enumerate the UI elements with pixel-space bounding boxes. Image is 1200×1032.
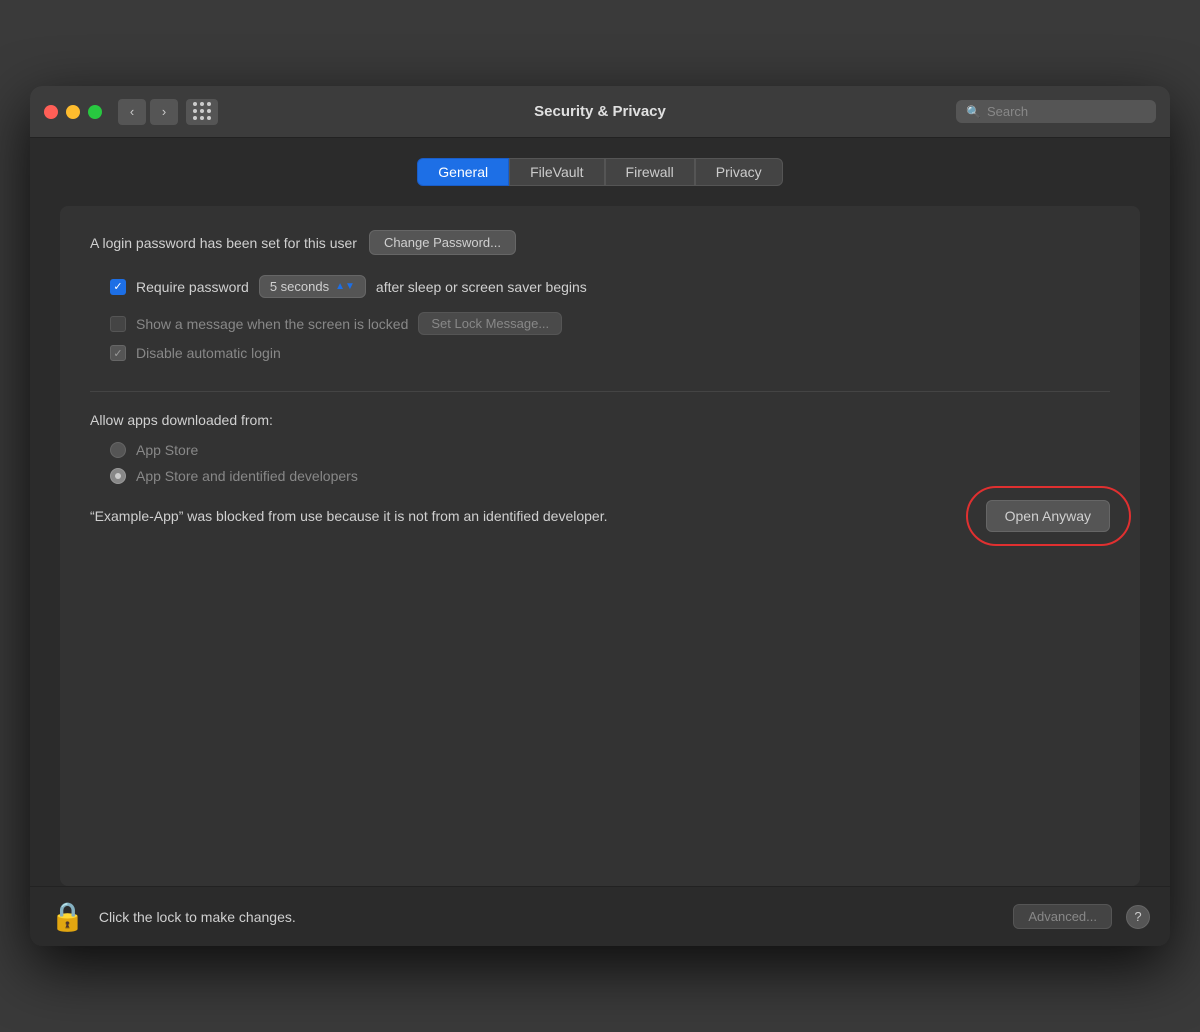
- app-store-identified-radio-row: App Store and identified developers: [110, 468, 1110, 484]
- after-sleep-label: after sleep or screen saver begins: [376, 279, 587, 295]
- require-password-checkbox[interactable]: ✓: [110, 279, 126, 295]
- forward-button[interactable]: ›: [150, 99, 178, 125]
- dropdown-arrow-icon: ▲▼: [335, 281, 355, 292]
- bottom-bar: 🔒 Click the lock to make changes. Advanc…: [30, 886, 1170, 946]
- back-button[interactable]: ‹: [118, 99, 146, 125]
- login-password-label: A login password has been set for this u…: [90, 235, 357, 251]
- disable-autologin-checkbox[interactable]: ✓: [110, 345, 126, 361]
- search-icon: 🔍: [966, 105, 981, 119]
- search-input[interactable]: [987, 104, 1146, 119]
- require-password-label: Require password: [136, 279, 249, 295]
- tab-general[interactable]: General: [417, 158, 509, 186]
- tab-privacy[interactable]: Privacy: [695, 158, 783, 186]
- lock-icon[interactable]: 🔒: [50, 900, 85, 933]
- password-timeout-value: 5 seconds: [270, 279, 329, 294]
- app-store-identified-radio[interactable]: [110, 468, 126, 484]
- show-message-row: Show a message when the screen is locked…: [110, 312, 1110, 335]
- change-password-button[interactable]: Change Password...: [369, 230, 516, 255]
- close-button[interactable]: [44, 105, 58, 119]
- open-anyway-wrapper: Open Anyway: [986, 500, 1110, 532]
- advanced-button: Advanced...: [1013, 904, 1112, 929]
- help-button[interactable]: ?: [1126, 905, 1150, 929]
- maximize-button[interactable]: [88, 105, 102, 119]
- tab-filevault[interactable]: FileVault: [509, 158, 604, 186]
- app-store-radio-row: App Store: [110, 442, 1110, 458]
- nav-buttons: ‹ ›: [118, 99, 178, 125]
- grid-view-button[interactable]: [186, 99, 218, 125]
- blocked-app-row: “Example-App” was blocked from use becau…: [90, 500, 1110, 532]
- show-message-checkbox[interactable]: [110, 316, 126, 332]
- tab-firewall[interactable]: Firewall: [605, 158, 695, 186]
- app-store-radio[interactable]: [110, 442, 126, 458]
- search-bar[interactable]: 🔍: [956, 100, 1156, 123]
- app-store-identified-radio-label: App Store and identified developers: [136, 468, 358, 484]
- set-lock-message-button: Set Lock Message...: [418, 312, 562, 335]
- titlebar: ‹ › Security & Privacy 🔍: [30, 86, 1170, 138]
- window-title: Security & Privacy: [534, 103, 666, 120]
- grid-icon: [193, 102, 212, 121]
- password-timeout-dropdown[interactable]: 5 seconds ▲▼: [259, 275, 366, 298]
- disable-autologin-row: ✓ Disable automatic login: [110, 345, 1110, 361]
- show-message-label: Show a message when the screen is locked: [136, 316, 408, 332]
- allow-apps-label: Allow apps downloaded from:: [90, 412, 1110, 428]
- blocked-app-text: “Example-App” was blocked from use becau…: [90, 506, 970, 527]
- traffic-lights: [44, 105, 102, 119]
- minimize-button[interactable]: [66, 105, 80, 119]
- tab-bar: General FileVault Firewall Privacy: [60, 158, 1140, 186]
- content-area: General FileVault Firewall Privacy A log…: [30, 138, 1170, 886]
- general-panel: A login password has been set for this u…: [60, 206, 1140, 886]
- require-password-row: ✓ Require password 5 seconds ▲▼ after sl…: [110, 275, 1110, 298]
- login-password-row: A login password has been set for this u…: [90, 230, 1110, 255]
- system-preferences-window: ‹ › Security & Privacy 🔍 General FileVau…: [30, 86, 1170, 946]
- section-divider: [90, 391, 1110, 392]
- disable-autologin-label: Disable automatic login: [136, 345, 281, 361]
- lock-text: Click the lock to make changes.: [99, 909, 999, 925]
- app-store-radio-label: App Store: [136, 442, 198, 458]
- open-anyway-button[interactable]: Open Anyway: [986, 500, 1110, 532]
